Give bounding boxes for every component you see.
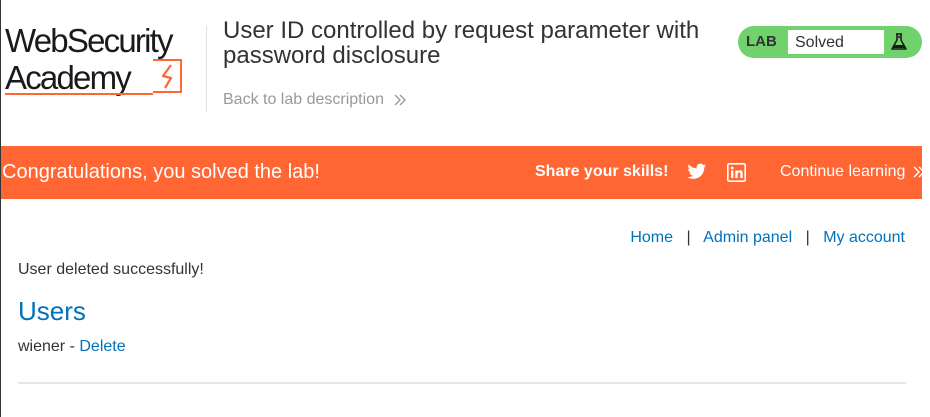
lab-status-label: LAB <box>746 33 777 50</box>
list-item: wiener - Delete <box>18 338 126 356</box>
delete-user-link[interactable]: Delete <box>79 338 125 355</box>
nav-separator: | <box>686 229 691 246</box>
lab-status-widget: LAB Solved <box>738 26 922 58</box>
solved-banner: Congratulations, you solved the lab! Sha… <box>1 146 925 200</box>
home-link[interactable]: Home <box>630 229 673 246</box>
admin-panel-link[interactable]: Admin panel <box>703 229 792 246</box>
share-skills-label: Share your skills! <box>535 163 669 180</box>
continue-learning-link[interactable]: Continue learning <box>780 146 925 200</box>
double-chevron-right-icon <box>394 93 407 111</box>
content-divider <box>18 382 906 384</box>
continue-learning-label: Continue learning <box>780 163 906 180</box>
lab-header: WebSecurity Academy User ID controlled b… <box>1 0 922 146</box>
logo-text-line1: WebSecurity <box>5 22 174 59</box>
my-account-link[interactable]: My account <box>823 229 905 246</box>
users-heading: Users <box>18 296 86 326</box>
flask-icon <box>889 32 909 52</box>
logo-graphic: WebSecurity Academy <box>5 22 182 96</box>
nav-separator: | <box>805 229 810 246</box>
congratulations-message: Congratulations, you solved the lab! <box>2 161 320 183</box>
back-to-lab-description-link[interactable]: Back to lab description <box>223 91 407 111</box>
status-message: User deleted successfully! <box>18 261 204 278</box>
header-divider <box>206 26 207 112</box>
lab-status-field: Solved <box>787 29 885 55</box>
back-link-label: Back to lab description <box>223 91 384 108</box>
logo-bolt-icon <box>153 59 182 93</box>
double-chevron-right-icon <box>913 148 925 200</box>
web-security-academy-logo[interactable]: WebSecurity Academy <box>5 22 205 98</box>
page: WebSecurity Academy User ID controlled b… <box>0 0 930 417</box>
lab-title: User ID controlled by request parameter … <box>223 17 700 69</box>
logo-text-line2: Academy <box>5 59 132 96</box>
lab-status-value: Solved <box>795 34 844 51</box>
user-row-separator: - <box>65 338 80 355</box>
user-name: wiener <box>18 338 66 355</box>
top-navigation: Home | Admin panel | My account <box>630 229 905 247</box>
twitter-icon[interactable] <box>687 163 707 181</box>
linkedin-icon[interactable] <box>727 163 746 182</box>
